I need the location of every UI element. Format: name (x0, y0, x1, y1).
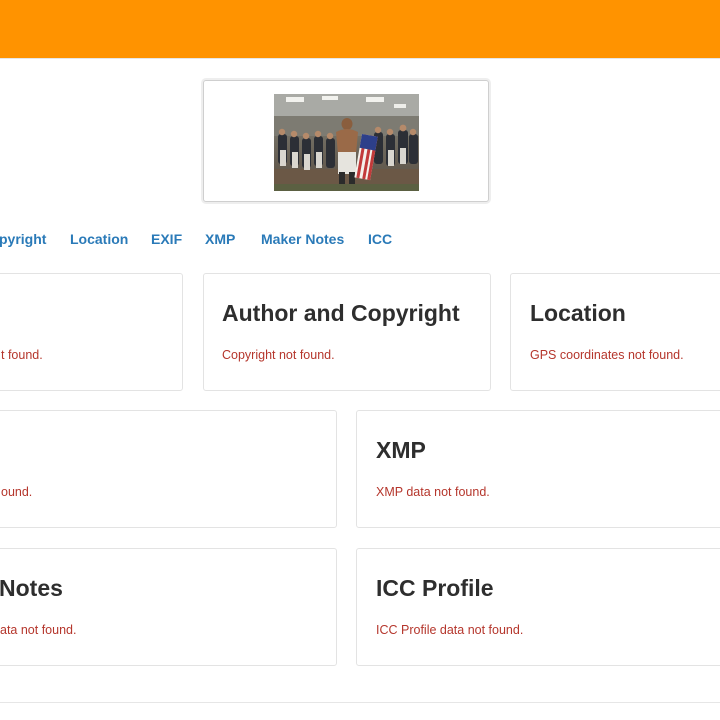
card-title: Location (530, 300, 626, 326)
maker-notes-card: Notes ata not found. (0, 548, 337, 666)
nav-link-xmp[interactable]: XMP (205, 231, 235, 247)
card-message: XMP data not found. (376, 485, 490, 499)
card-message: ICC Profile data not found. (376, 623, 524, 637)
nav-link-maker-notes[interactable]: Maker Notes (261, 231, 344, 247)
card-title: ICC Profile (376, 575, 494, 601)
card-message: t found. (1, 348, 43, 362)
xmp-card: XMP XMP data not found. (356, 410, 720, 528)
header-divider (0, 58, 720, 59)
basic-info-card: t found. (0, 273, 183, 391)
card-title: Notes (0, 575, 63, 601)
author-copyright-card: Author and Copyright Copyright not found… (203, 273, 491, 391)
nav-link-exif[interactable]: EXIF (151, 231, 182, 247)
nav-link-icc[interactable]: ICC (368, 231, 392, 247)
exif-card: ound. (0, 410, 337, 528)
nav-link-author-copyright[interactable]: pyright (0, 231, 46, 247)
card-message: GPS coordinates not found. (530, 348, 684, 362)
card-message: ata not found. (0, 623, 77, 637)
card-message: Copyright not found. (222, 348, 335, 362)
card-title: Author and Copyright (222, 300, 460, 326)
photo-thumbnail[interactable] (274, 94, 419, 191)
card-title: XMP (376, 437, 426, 463)
card-message: ound. (1, 485, 33, 499)
icc-profile-card: ICC Profile ICC Profile data not found. (356, 548, 720, 666)
footer-divider (0, 702, 720, 703)
header-bar (0, 0, 720, 58)
nav-link-location[interactable]: Location (70, 231, 128, 247)
location-card: Location GPS coordinates not found. (510, 273, 720, 391)
